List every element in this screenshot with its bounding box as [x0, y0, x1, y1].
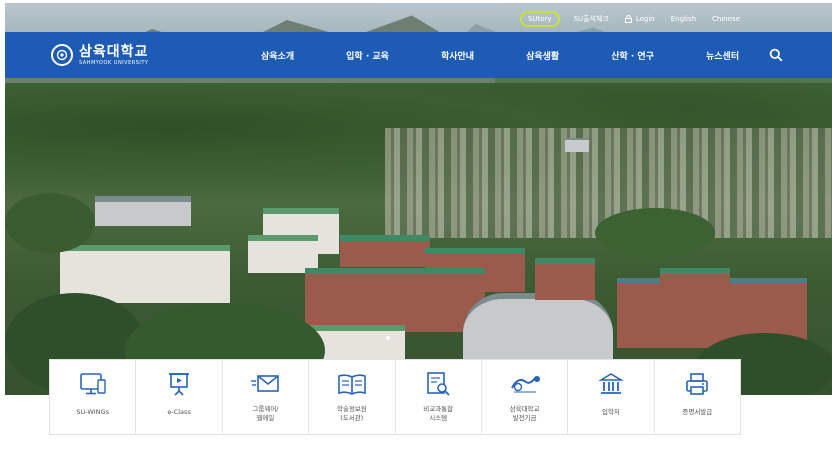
- quick-link-admissions-office[interactable]: 입학처: [568, 360, 655, 434]
- search-icon[interactable]: [769, 48, 783, 62]
- nav-item-campus-life[interactable]: 삼육생활: [526, 49, 559, 62]
- nav-item-news[interactable]: 뉴스센터: [706, 49, 739, 62]
- logo-english-name: SAHMYOOK UNIVERSITY: [79, 59, 149, 66]
- english-link[interactable]: English: [671, 15, 696, 23]
- quick-link-e-class[interactable]: e-Class: [136, 360, 223, 434]
- hero-building: [535, 258, 595, 300]
- page: SUtory SU출석체크 Login English Chinese 삼육대학…: [0, 0, 832, 462]
- quick-link-label: 비교과통합 시스템: [423, 405, 454, 422]
- hero-building: [305, 268, 485, 332]
- login-link[interactable]: Login: [624, 15, 655, 23]
- printer-icon: [686, 373, 709, 395]
- quick-link-su-wings[interactable]: SU-WINGs: [50, 360, 137, 434]
- quick-links-panel: SU-WINGs e-Class 그룹웨어/ 웹메일 학술정보원 (도서관) 비…: [50, 360, 740, 434]
- monitor-icon: [79, 373, 106, 395]
- presentation-icon: [169, 373, 190, 396]
- quick-link-label: e-Class: [167, 408, 191, 416]
- quick-link-label: 그룹웨어/ 웹메일: [252, 405, 279, 422]
- nav-item-academic[interactable]: 학사안내: [441, 49, 474, 62]
- hero-building: [565, 138, 589, 152]
- logo-korean-name: 삼육대학교: [79, 43, 149, 60]
- quick-link-certificate[interactable]: 증명서발급: [655, 360, 740, 434]
- nav-item-research[interactable]: 산학 · 연구: [611, 49, 654, 62]
- sutory-link[interactable]: SUtory: [519, 11, 560, 27]
- quick-link-label: 삼육대학교 발전기금: [509, 405, 540, 422]
- hero-trees: [5, 193, 95, 253]
- logo-emblem-icon: [51, 44, 73, 66]
- utility-bar: SUtory SU출석체크 Login English Chinese: [512, 10, 748, 28]
- chinese-link[interactable]: Chinese: [712, 15, 740, 23]
- login-label: Login: [635, 15, 655, 23]
- hero-building: [463, 293, 613, 363]
- nav-item-admissions[interactable]: 입학 · 교육: [346, 49, 389, 62]
- attendance-link[interactable]: SU출석체크: [574, 14, 609, 24]
- hero-building: [95, 196, 191, 226]
- quick-link-label: 증명서발급: [682, 408, 713, 416]
- fund-logo-icon: [510, 376, 540, 393]
- mail-icon: [251, 375, 280, 392]
- quick-link-development-fund[interactable]: 삼육대학교 발전기금: [482, 360, 569, 434]
- quick-link-label: SU-WINGs: [76, 408, 109, 416]
- main-nav: 삼육대학교 SAHMYOOK UNIVERSITY 삼육소개 입학 · 교육 학…: [5, 32, 832, 78]
- university-logo[interactable]: 삼육대학교 SAHMYOOK UNIVERSITY: [51, 44, 221, 66]
- quick-link-label: 학술정보원 (도서관): [336, 405, 367, 422]
- nav-menu: 삼육소개 입학 · 교육 학사안내 삼육생활 산학 · 연구 뉴스센터: [261, 49, 769, 62]
- hero-trees: [595, 208, 715, 258]
- document-search-icon: [427, 372, 450, 396]
- quick-link-library[interactable]: 학술정보원 (도서관): [309, 360, 396, 434]
- book-icon: [338, 374, 366, 395]
- quick-link-groupware[interactable]: 그룹웨어/ 웹메일: [223, 360, 310, 434]
- quick-link-label: 입학처: [601, 408, 620, 416]
- hero-building: [340, 235, 430, 267]
- quick-link-extracurricular[interactable]: 비교과통합 시스템: [396, 360, 482, 434]
- lock-icon: [624, 15, 632, 23]
- nav-item-about[interactable]: 삼육소개: [261, 49, 294, 62]
- hero-building: [660, 268, 730, 290]
- building-icon: [598, 373, 624, 394]
- slide-indicator[interactable]: [386, 336, 390, 340]
